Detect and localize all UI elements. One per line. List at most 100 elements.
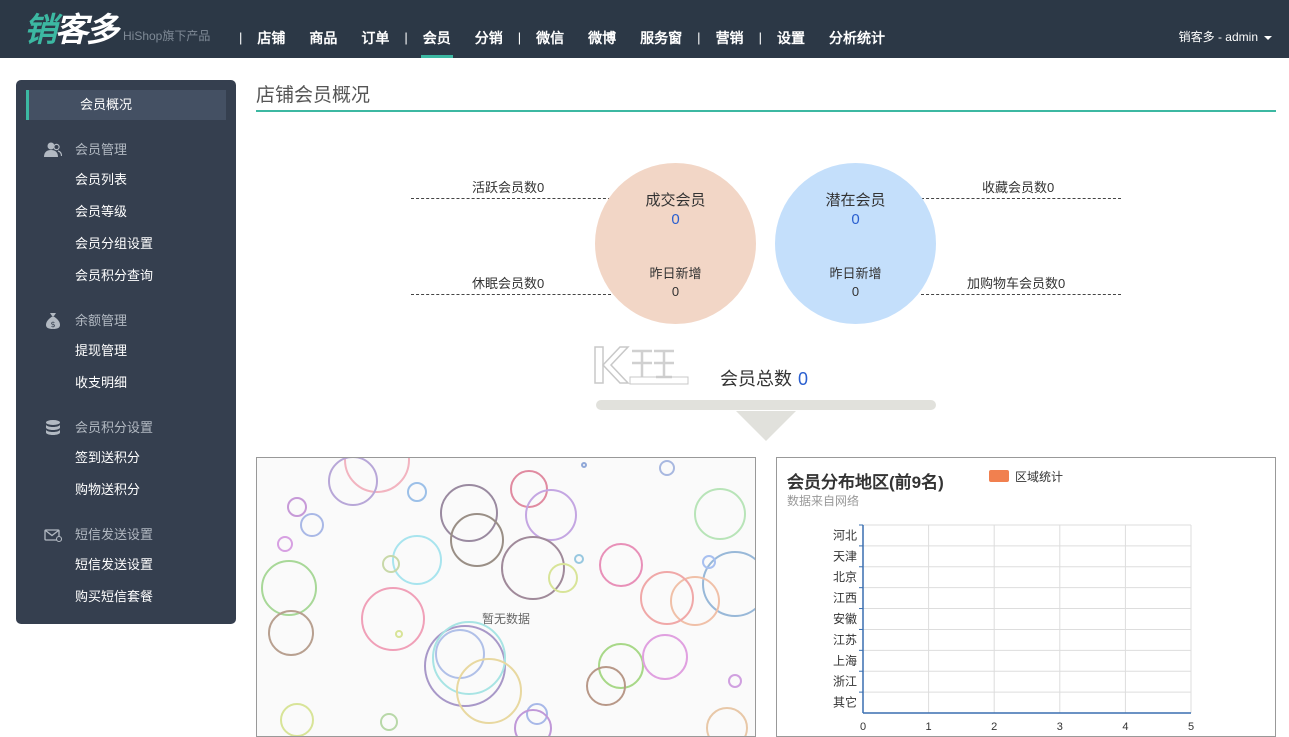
sidebar-item[interactable]: 购买短信套餐 bbox=[75, 587, 153, 607]
decorative-bubble bbox=[598, 643, 644, 689]
decorative-bubble bbox=[407, 482, 427, 502]
nav-item-2[interactable]: 订单 bbox=[349, 0, 401, 58]
decorative-bubble bbox=[574, 554, 584, 564]
potential-new-yesterday-value: 0 bbox=[851, 284, 860, 299]
nav-item-7[interactable]: 服务窗 bbox=[628, 0, 694, 58]
decorative-bubble bbox=[642, 634, 688, 680]
sidebar-item[interactable]: 短信发送设置 bbox=[75, 555, 153, 575]
top-bar: 销客多 HiShop旗下产品 | 店铺 商品 订单 | 会员 分销 | 微信 微博 服务窗 | 营销 | 设… bbox=[0, 0, 1289, 58]
deal-new-yesterday-value: 0 bbox=[671, 284, 680, 299]
decorative-bubble bbox=[287, 497, 307, 517]
favorite-members-label: 收藏会员数0 bbox=[982, 180, 1055, 195]
decorative-bubble bbox=[586, 666, 626, 706]
caret-down-icon bbox=[1264, 35, 1272, 40]
member-total: 会员总数 0 bbox=[720, 365, 808, 391]
sidebar-group-3[interactable]: 短信发送设置 bbox=[44, 525, 153, 545]
decorative-bubble bbox=[440, 484, 498, 542]
dormant-members-label: 休眠会员数0 bbox=[472, 276, 545, 291]
deal-members-circle: 成交会员 0 昨日新增 0 bbox=[595, 163, 756, 324]
nav-separator: | bbox=[239, 30, 243, 45]
svg-text:$: $ bbox=[50, 320, 55, 329]
y-category-label: 北京 bbox=[833, 570, 857, 584]
decorative-bubble bbox=[599, 543, 643, 587]
logo-subtitle: HiShop旗下产品 bbox=[123, 29, 211, 43]
sidebar-item[interactable]: 会员等级 bbox=[75, 202, 127, 222]
active-members-label: 活跃会员数0 bbox=[472, 180, 545, 195]
decorative-bubble bbox=[694, 488, 746, 540]
y-category-label: 河北 bbox=[833, 528, 857, 542]
decorative-bubble bbox=[728, 674, 742, 688]
bubble-panel: 暂无数据 bbox=[256, 457, 756, 737]
users-icon bbox=[44, 142, 62, 157]
nav-item-8[interactable]: 营销 bbox=[704, 0, 756, 58]
sidebar-group-label: 余额管理 bbox=[75, 313, 128, 328]
decorative-bubble bbox=[659, 460, 675, 476]
favorite-members-line bbox=[921, 198, 1121, 199]
decorative-bubble bbox=[456, 658, 522, 724]
deal-new-yesterday-label: 昨日新增 bbox=[649, 266, 702, 281]
sidebar-item-member-overview[interactable]: 会员概况 bbox=[26, 90, 226, 120]
nav-separator: | bbox=[697, 30, 701, 45]
decorative-bubble bbox=[581, 462, 587, 468]
y-category-label: 安徽 bbox=[833, 611, 857, 626]
page-title: 店铺会员概况 bbox=[256, 85, 371, 106]
sidebar-item[interactable]: 提现管理 bbox=[75, 341, 127, 361]
member-total-value: 0 bbox=[798, 369, 809, 389]
decorative-bubble bbox=[261, 560, 317, 616]
sidebar-item[interactable]: 收支明细 bbox=[75, 373, 127, 393]
sidebar-group-1[interactable]: $ 余额管理 bbox=[44, 311, 127, 331]
decorative-bubble bbox=[395, 630, 403, 638]
active-members-line bbox=[411, 198, 611, 199]
sidebar-item[interactable]: 签到送积分 bbox=[75, 448, 140, 468]
bar-chart: 0 1 2 3 4 5 河北天津北京江西安徽江苏上海浙江其它 bbox=[833, 524, 1194, 733]
sidebar-group-0[interactable]: 会员管理 bbox=[44, 140, 127, 160]
x-tick-label: 4 bbox=[1122, 721, 1128, 733]
cart-members-label: 加购物车会员数0 bbox=[967, 276, 1066, 291]
nav-item-3[interactable]: 会员 bbox=[411, 0, 463, 58]
y-category-label: 其它 bbox=[833, 695, 857, 710]
deal-members-value[interactable]: 0 bbox=[595, 211, 756, 228]
sidebar-item[interactable]: 会员列表 bbox=[75, 170, 127, 190]
deal-members-title: 成交会员 bbox=[645, 192, 706, 209]
no-data-text: 暂无数据 bbox=[481, 612, 530, 626]
nav-item-5[interactable]: 微信 bbox=[524, 0, 576, 58]
nav-item-4[interactable]: 分销 bbox=[463, 0, 515, 58]
envelope-icon bbox=[44, 529, 62, 543]
sidebar-group-2[interactable]: 会员积分设置 bbox=[44, 418, 153, 438]
nav-item-6[interactable]: 微博 bbox=[576, 0, 628, 58]
potential-members-title: 潜在会员 bbox=[825, 192, 886, 209]
potential-new-yesterday-label: 昨日新增 bbox=[829, 266, 882, 281]
x-tick-label: 0 bbox=[860, 721, 866, 733]
x-tick-label: 5 bbox=[1188, 721, 1194, 733]
total-bar bbox=[596, 400, 936, 410]
sidebar-group-label: 会员积分设置 bbox=[75, 420, 154, 435]
nav-separator: | bbox=[517, 30, 522, 45]
x-tick-label: 3 bbox=[1057, 721, 1063, 733]
logo[interactable]: 销客多 HiShop旗下产品 bbox=[24, 12, 210, 48]
total-arrow bbox=[736, 411, 796, 441]
user-menu[interactable]: 销客多 - admin bbox=[1179, 0, 1272, 58]
nav-separator: | bbox=[758, 30, 762, 45]
y-category-label: 天津 bbox=[833, 549, 857, 563]
nav-item-1[interactable]: 商品 bbox=[297, 0, 349, 58]
sidebar-item[interactable]: 会员分组设置 bbox=[75, 234, 153, 254]
nav-item-0[interactable]: 店铺 bbox=[245, 0, 297, 58]
decorative-bubble bbox=[392, 535, 442, 585]
cart-members-line bbox=[921, 294, 1121, 295]
sidebar-item[interactable]: 购物送积分 bbox=[75, 480, 140, 500]
decorative-bubble bbox=[435, 629, 485, 679]
potential-members-value[interactable]: 0 bbox=[775, 211, 936, 228]
watermark-logo-icon bbox=[594, 346, 689, 385]
dormant-members-line bbox=[411, 294, 611, 295]
money-bag-icon: $ bbox=[46, 313, 60, 329]
y-category-label: 江西 bbox=[833, 591, 857, 605]
nav-item-9[interactable]: 设置 bbox=[765, 0, 817, 58]
x-tick-label: 1 bbox=[926, 721, 932, 733]
user-name: 销客多 - admin bbox=[1178, 30, 1258, 44]
decorative-bubble bbox=[706, 707, 748, 736]
sidebar: 会员概况 会员管理会员列表会员等级会员分组设置 会员积分查询 $ 余额管理提现管理收支… bbox=[16, 80, 236, 624]
nav-item-10[interactable]: 分析统计 bbox=[817, 0, 897, 58]
region-chart-panel: 会员分布地区(前9名) 数据来自网络 区域统计 0 1 2 3 4 5 河北 天津 北京 江西 安徽… bbox=[776, 457, 1276, 737]
title-divider bbox=[256, 110, 1276, 112]
sidebar-item[interactable]: 会员积分查询 bbox=[75, 266, 153, 286]
